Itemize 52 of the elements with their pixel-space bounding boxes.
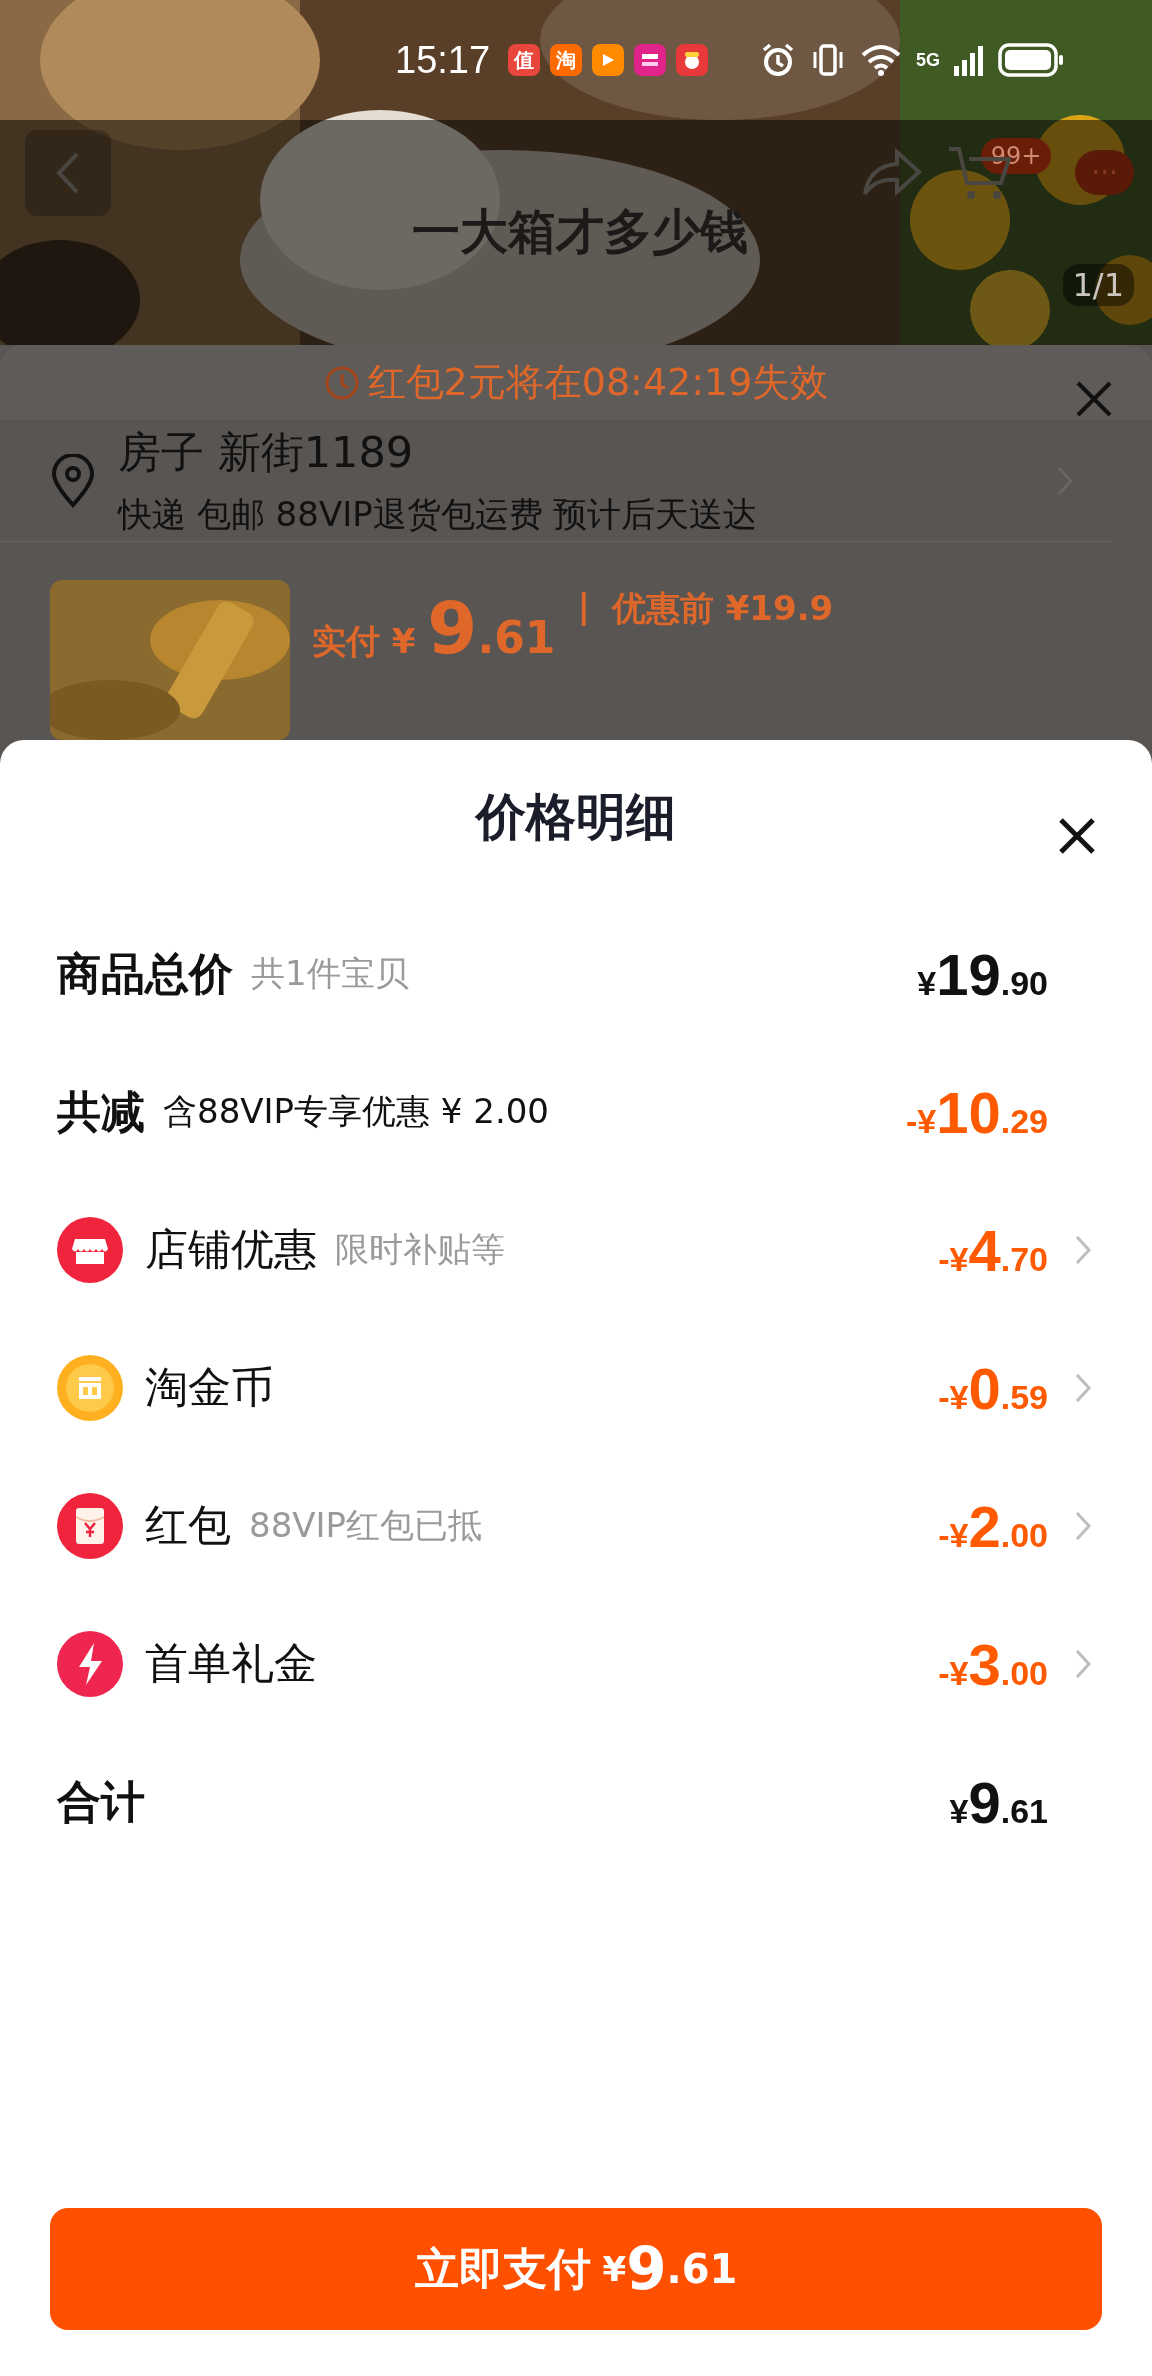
row-label: 共减 xyxy=(57,1084,145,1139)
row-label: 红包 xyxy=(145,1499,231,1552)
row-label: 合计 xyxy=(57,1774,145,1829)
battery-icon xyxy=(998,42,1065,78)
amount-text: -¥0.59 xyxy=(938,1354,1048,1422)
chevron-left-icon xyxy=(55,150,81,195)
delivery-info: 快递 包邮 88VIP退货包运费 预计后天送达 xyxy=(118,492,759,536)
price-separator: | xyxy=(577,586,590,626)
amount-text: -¥3.00 xyxy=(938,1630,1048,1698)
paid-price: 实付 ¥ 9.61 xyxy=(312,586,556,670)
original-price: 优惠前 ¥19.9 xyxy=(611,587,834,630)
wifi-icon xyxy=(860,43,903,77)
store-icon xyxy=(57,1217,123,1283)
amount-text: -¥2.00 xyxy=(938,1492,1048,1560)
app-notification-icon: 值 xyxy=(508,44,541,76)
video-caption: 一大箱才多少钱 xyxy=(411,202,748,261)
status-time: 15:17 xyxy=(395,38,491,82)
amount-text: -¥10.29 xyxy=(905,1078,1048,1146)
row-note: 共1件宝贝 xyxy=(251,952,409,995)
image-counter: 1/1 xyxy=(1062,264,1134,306)
discount-row[interactable]: 红包 88VIP红包已抵 -¥2.00 xyxy=(0,1457,1152,1595)
lightning-icon xyxy=(57,1631,123,1697)
clock-icon xyxy=(323,364,360,401)
row-label: 店铺优惠 xyxy=(145,1223,317,1276)
network-type-text: 5G xyxy=(916,49,941,71)
envelope-icon xyxy=(57,1493,123,1559)
discount-row[interactable]: 淘金币 -¥0.59 xyxy=(0,1319,1152,1457)
signal-icon xyxy=(954,44,985,76)
countdown-text: 红包2元将在08:42:19失效 xyxy=(367,359,829,407)
chevron-right-icon xyxy=(1074,1648,1092,1680)
row-label: 商品总价 xyxy=(57,946,233,1001)
chevron-right-icon xyxy=(1074,1234,1092,1266)
sheet-title: 价格明细 xyxy=(476,787,676,848)
amount-text: ¥9.61 xyxy=(949,1768,1048,1836)
amount-text: -¥4.70 xyxy=(938,1216,1048,1284)
amount-text: ¥19.90 xyxy=(917,940,1048,1008)
row-label: 淘金币 xyxy=(145,1361,274,1414)
chevron-right-icon xyxy=(1074,1372,1092,1404)
location-pin-icon xyxy=(50,453,96,508)
app-notification-icon: 淘 xyxy=(550,44,583,76)
coin-icon xyxy=(57,1355,123,1421)
address-name: 房子 新街1189 xyxy=(118,425,415,479)
back-button[interactable] xyxy=(25,129,111,216)
row-note: 限时补贴等 xyxy=(335,1228,505,1271)
row-label: 首单礼金 xyxy=(145,1637,317,1690)
row-note: 含88VIP专享优惠 ¥ 2.00 xyxy=(163,1090,549,1133)
discount-row[interactable]: 店铺优惠 限时补贴等 -¥4.70 xyxy=(0,1181,1152,1319)
row-note: 88VIP红包已抵 xyxy=(249,1504,483,1547)
chevron-right-icon xyxy=(1074,1510,1092,1542)
share-icon[interactable] xyxy=(860,147,923,198)
close-icon[interactable] xyxy=(1057,816,1097,856)
discount-row[interactable]: 首单礼金 -¥3.00 xyxy=(0,1595,1152,1733)
